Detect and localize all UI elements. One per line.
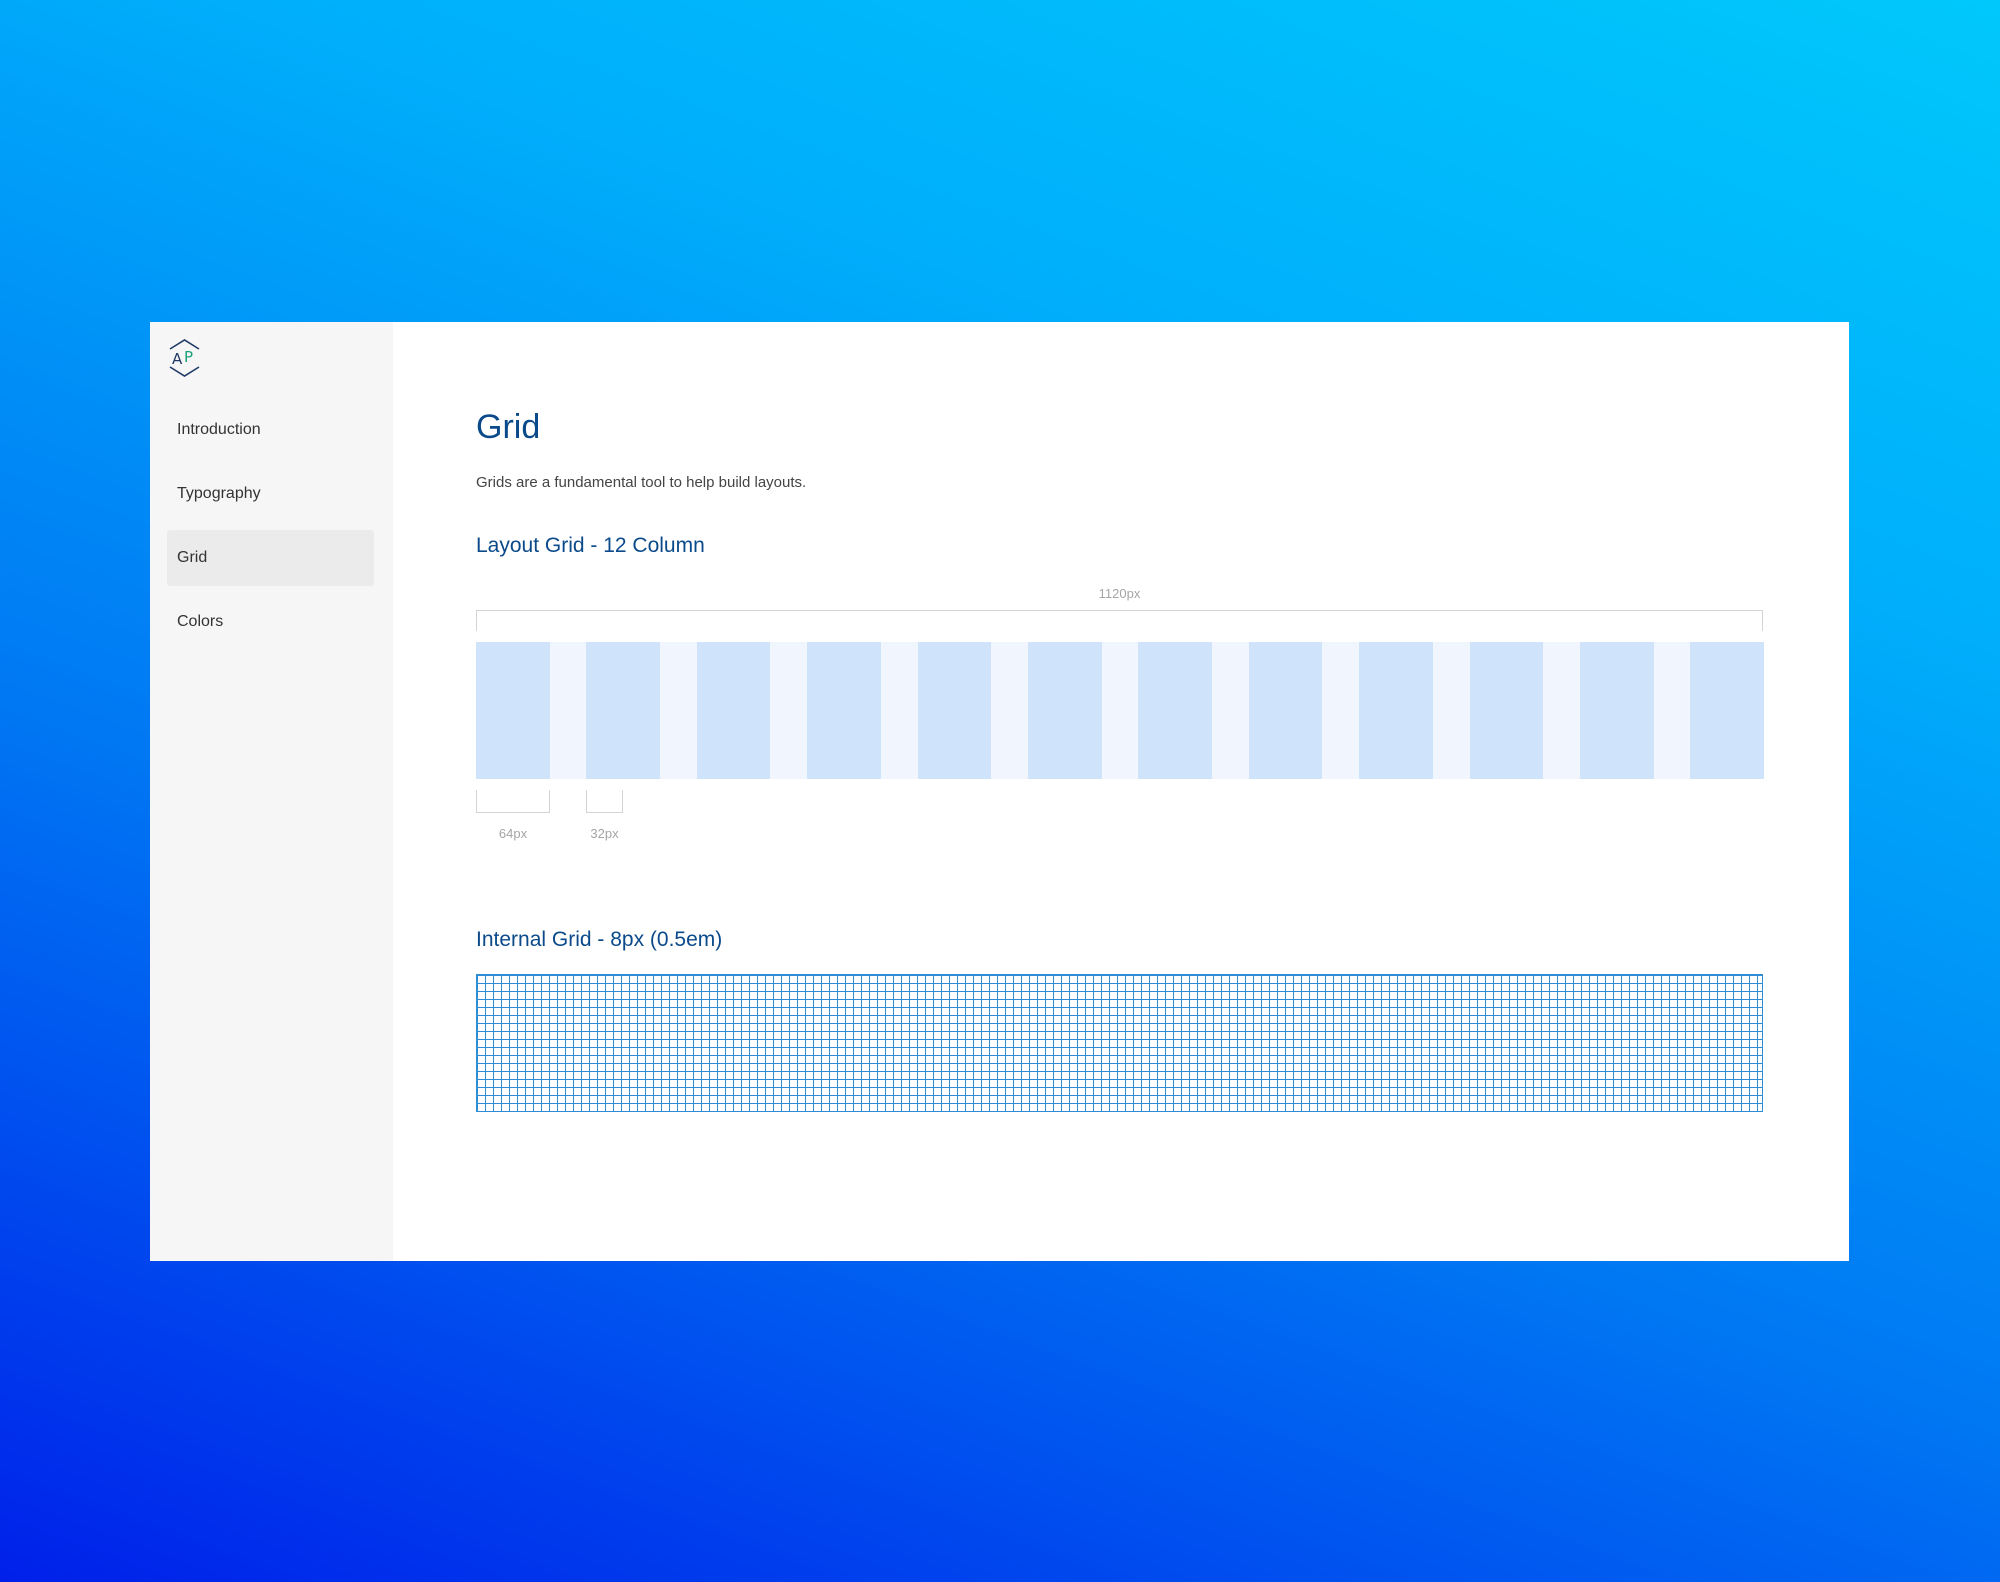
total-width-bracket (476, 610, 1763, 631)
column-width-label: 64px (498, 826, 528, 841)
sidebar-item-colors[interactable]: Colors (167, 594, 374, 650)
grid-gutter-10 (1543, 642, 1580, 779)
grid-column-2 (586, 642, 660, 779)
grid-column-5 (917, 642, 992, 779)
total-width-label: 1120px (1098, 586, 1141, 601)
grid-column-7 (1138, 642, 1212, 779)
sidebar: A P Introduction Typography Grid Colors (150, 322, 393, 1261)
grid-column-12 (1690, 642, 1764, 779)
page-title: Grid (476, 408, 541, 446)
app-window: A P Introduction Typography Grid Colors … (150, 322, 1849, 1261)
sidebar-item-introduction[interactable]: Introduction (167, 402, 374, 458)
column-grid (476, 642, 1764, 779)
logo-letter-a: A (172, 350, 183, 368)
grid-gutter-9 (1433, 642, 1470, 779)
grid-gutter-6 (1102, 642, 1139, 779)
grid-column-4 (807, 642, 881, 779)
sidebar-item-typography[interactable]: Typography (167, 466, 374, 522)
content-area: Grid Grids are a fundamental tool to hel… (393, 322, 1849, 1261)
grid-gutter-11 (1654, 642, 1691, 779)
grid-gutter-2 (660, 642, 697, 779)
ap-hexagon-logo-icon[interactable]: A P (166, 338, 203, 378)
layout-grid-title: Layout Grid - 12 Column (476, 534, 705, 557)
sidebar-item-grid[interactable]: Grid (167, 530, 374, 586)
grid-column-3 (696, 642, 771, 779)
gutter-width-label: 32px (590, 826, 619, 841)
internal-grid-mesh (476, 974, 1763, 1112)
grid-column-1 (476, 642, 550, 779)
grid-gutter-1 (550, 642, 587, 779)
internal-grid-title: Internal Grid - 8px (0.5em) (476, 928, 723, 951)
grid-column-6 (1027, 642, 1102, 779)
grid-gutter-5 (991, 642, 1028, 779)
grid-gutter-4 (881, 642, 918, 779)
grid-column-9 (1359, 642, 1433, 779)
grid-column-8 (1248, 642, 1323, 779)
grid-gutter-7 (1212, 642, 1249, 779)
gutter-width-bracket (586, 790, 623, 813)
sidebar-nav: Introduction Typography Grid Colors (167, 402, 374, 658)
grid-column-10 (1469, 642, 1544, 779)
column-width-bracket (476, 790, 550, 813)
grid-gutter-8 (1322, 642, 1359, 779)
grid-column-11 (1579, 642, 1654, 779)
logo-letter-p: P (184, 348, 193, 366)
page-description: Grids are a fundamental tool to help bui… (476, 474, 807, 491)
grid-gutter-3 (770, 642, 807, 779)
